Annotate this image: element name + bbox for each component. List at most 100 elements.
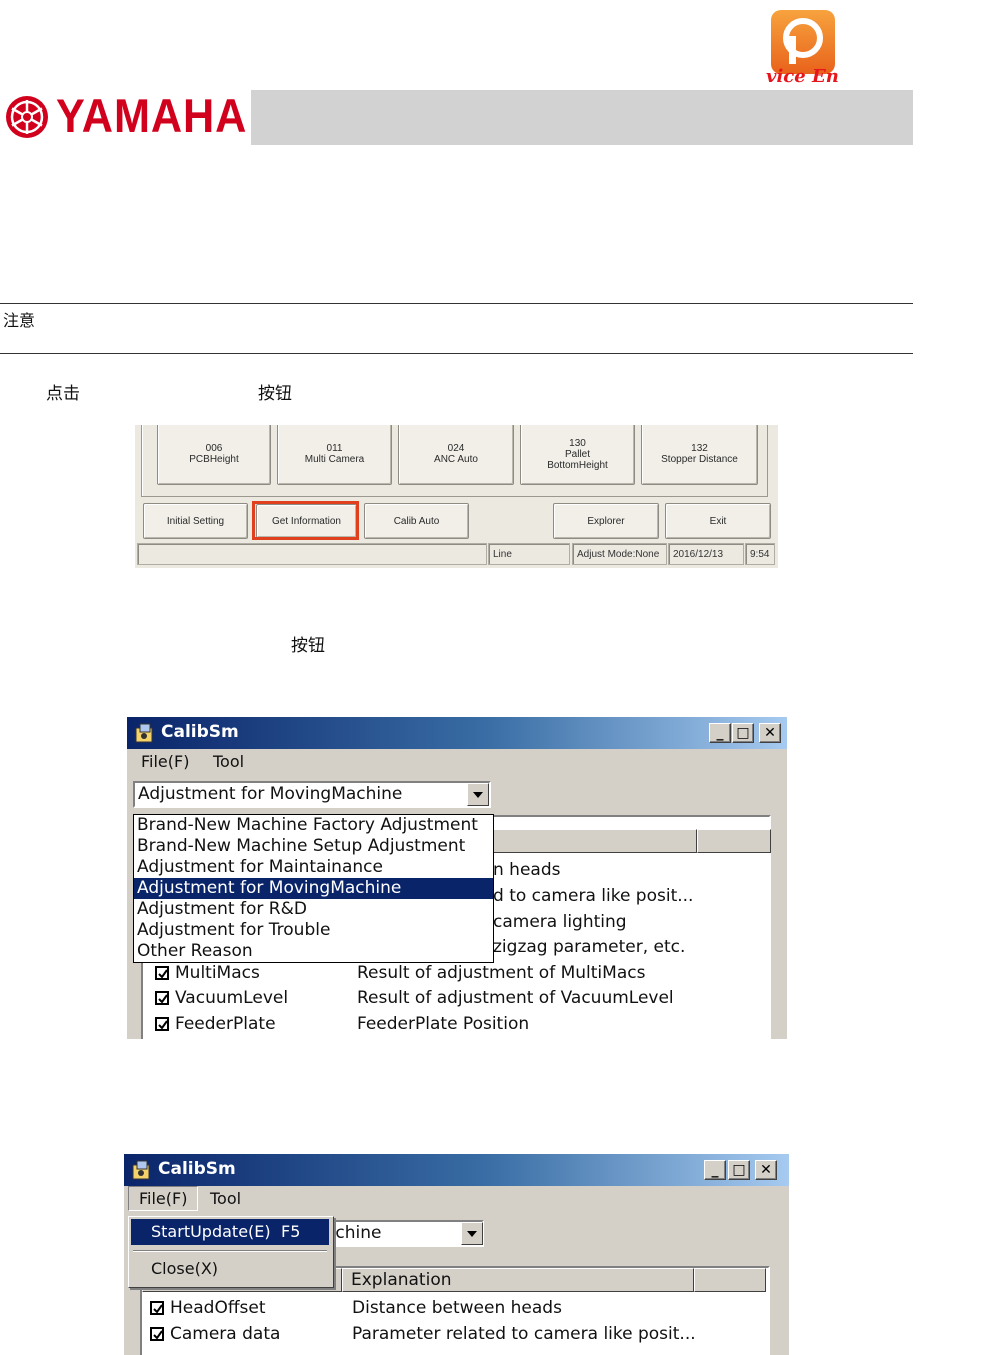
- chevron-down-icon[interactable]: [461, 1222, 483, 1245]
- dropdown-option[interactable]: Adjustment for Trouble: [134, 920, 493, 941]
- highlight-box: [252, 501, 359, 540]
- program-button-024[interactable]: 024 ANC Auto: [398, 425, 514, 485]
- step1-suffix: 按钮: [258, 384, 292, 404]
- column-header-blank: [483, 829, 697, 853]
- list-item[interactable]: FeederPlate: [155, 1013, 276, 1035]
- program-label: ANC Auto: [434, 454, 478, 465]
- calib-auto-button[interactable]: Calib Auto: [364, 503, 469, 539]
- pdf-app-icon: [771, 10, 835, 74]
- status-adjust-mode: Adjust Mode:None: [572, 543, 667, 565]
- program-number: 132: [691, 443, 708, 454]
- list-item-explanation: Result of adjustment of MultiMacs: [357, 963, 646, 983]
- list-item-explanation: Result of adjustment of VacuumLevel: [357, 988, 674, 1008]
- list-item[interactable]: Camera data: [150, 1323, 280, 1345]
- dropdown-option[interactable]: Adjustment for R&D: [134, 899, 493, 920]
- program-button-132[interactable]: 132 Stopper Distance: [641, 425, 758, 485]
- maximize-icon[interactable]: □: [732, 723, 754, 743]
- calib-main-panel-screenshot: 006 PCBHeight 011 Multi Camera 024 ANC A…: [135, 425, 778, 568]
- program-button-130[interactable]: 130 Pallet BottomHeight: [520, 425, 635, 485]
- checkbox-checked-icon[interactable]: [150, 1301, 164, 1315]
- program-label: Multi Camera: [304, 454, 365, 465]
- column-header-explanation: Explanation: [342, 1268, 694, 1292]
- dropdown-option[interactable]: Adjustment for Maintainance: [134, 857, 493, 878]
- step2-suffix: 按钮: [291, 636, 325, 656]
- menu-item-label: StartUpdate(E): [151, 1222, 271, 1241]
- checkbox-checked-icon[interactable]: [155, 1017, 169, 1031]
- app-icon: [135, 723, 153, 743]
- yamaha-logo-text: YAMAHA: [56, 89, 248, 142]
- list-item-name: FeederPlate: [175, 1014, 276, 1034]
- program-label: Stopper Distance: [661, 454, 738, 465]
- exit-button[interactable]: Exit: [665, 503, 771, 539]
- program-number: 130: [569, 437, 586, 449]
- list-item-name: HeadOffset: [170, 1298, 266, 1318]
- list-item-name: Camera data: [170, 1324, 281, 1344]
- dropdown-option-selected[interactable]: Adjustment for MovingMachine: [134, 878, 493, 899]
- program-number: 024: [447, 443, 465, 454]
- calibsm-window-dropdown: CalibSm _ □ ✕ File(F) Tool Adjustment fo…: [127, 717, 787, 1039]
- title-bar: CalibSm _ □ ✕: [124, 1154, 789, 1186]
- yamaha-emblem-icon: [6, 96, 48, 138]
- menu-bar: File(F) Tool: [127, 750, 787, 776]
- column-header-extra: [697, 829, 771, 853]
- maximize-icon[interactable]: □: [728, 1160, 750, 1180]
- list-item-explanation: Distance between heads: [352, 1298, 562, 1318]
- menu-tool[interactable]: Tool: [210, 1189, 241, 1208]
- close-icon[interactable]: ✕: [759, 723, 781, 743]
- window-title: CalibSm: [161, 722, 239, 742]
- calibsm-window-file-menu: CalibSm _ □ ✕ File(F) Tool achine Explan…: [124, 1154, 789, 1355]
- program-label: Pallet BottomHeight: [547, 448, 608, 471]
- explorer-button[interactable]: Explorer: [553, 503, 659, 539]
- watermark-text: vice En: [766, 66, 839, 87]
- adjustment-reason-select[interactable]: achine: [320, 1220, 484, 1247]
- menu-tool[interactable]: Tool: [213, 752, 244, 771]
- list-item-name: MultiMacs: [175, 963, 260, 983]
- menu-item-start-update[interactable]: StartUpdate(E) F5: [131, 1219, 329, 1245]
- program-number: 006: [205, 443, 223, 454]
- program-button-011[interactable]: 011 Multi Camera: [277, 425, 392, 485]
- list-item-explanation: FeederPlate Position: [357, 1014, 530, 1034]
- list-item-explanation: d to camera like posit...: [493, 886, 694, 906]
- program-label: PCBHeight: [189, 454, 239, 465]
- dropdown-option[interactable]: Brand-New Machine Factory Adjustment: [134, 815, 493, 836]
- status-cell-blank: [137, 543, 487, 565]
- list-item-explanation: camera lighting: [493, 912, 627, 932]
- note-label: 注意: [3, 311, 36, 330]
- column-header-extra: [694, 1268, 766, 1292]
- menu-item-close[interactable]: Close(X): [131, 1256, 329, 1282]
- dropdown-option[interactable]: Brand-New Machine Setup Adjustment: [134, 836, 493, 857]
- menu-separator: [133, 1250, 327, 1252]
- menu-file[interactable]: File(F): [141, 752, 189, 771]
- status-line: Line: [488, 543, 570, 565]
- minimize-icon[interactable]: _: [709, 723, 731, 743]
- list-item-explanation: zigzag parameter, etc.: [493, 937, 686, 957]
- status-date: 2016/12/13: [668, 543, 744, 565]
- checkbox-checked-icon[interactable]: [155, 991, 169, 1005]
- checkbox-checked-icon[interactable]: [155, 966, 169, 980]
- menu-file[interactable]: File(F): [128, 1186, 199, 1211]
- list-item-explanation: Parameter related to camera like posit..…: [352, 1324, 696, 1344]
- dropdown-option[interactable]: Other Reason: [134, 941, 493, 962]
- status-time: 9:54: [745, 543, 775, 565]
- list-item[interactable]: MultiMacs: [155, 962, 260, 984]
- chevron-down-icon[interactable]: [467, 783, 489, 806]
- file-menu-popup: StartUpdate(E) F5 Close(X): [128, 1216, 334, 1288]
- list-item-name: VacuumLevel: [175, 988, 289, 1008]
- title-bar: CalibSm _ □ ✕: [127, 717, 787, 749]
- list-item[interactable]: HeadOffset: [150, 1297, 266, 1319]
- initial-setting-button[interactable]: Initial Setting: [143, 503, 248, 539]
- minimize-icon[interactable]: _: [704, 1160, 726, 1180]
- adjustment-reason-dropdown: Brand-New Machine Factory Adjustment Bra…: [133, 814, 494, 963]
- step1-prefix: 点击: [46, 384, 80, 404]
- list-item-explanation: n heads: [493, 860, 561, 880]
- divider: [0, 303, 913, 304]
- window-title: CalibSm: [158, 1159, 236, 1179]
- divider: [0, 353, 913, 354]
- adjustment-reason-select[interactable]: Adjustment for MovingMachine: [133, 781, 491, 808]
- close-icon[interactable]: ✕: [755, 1160, 777, 1180]
- list-item[interactable]: VacuumLevel: [155, 987, 288, 1009]
- program-number: 011: [326, 443, 343, 454]
- program-button-006[interactable]: 006 PCBHeight: [157, 425, 271, 485]
- menu-bar: File(F) Tool: [124, 1186, 789, 1213]
- checkbox-checked-icon[interactable]: [150, 1327, 164, 1341]
